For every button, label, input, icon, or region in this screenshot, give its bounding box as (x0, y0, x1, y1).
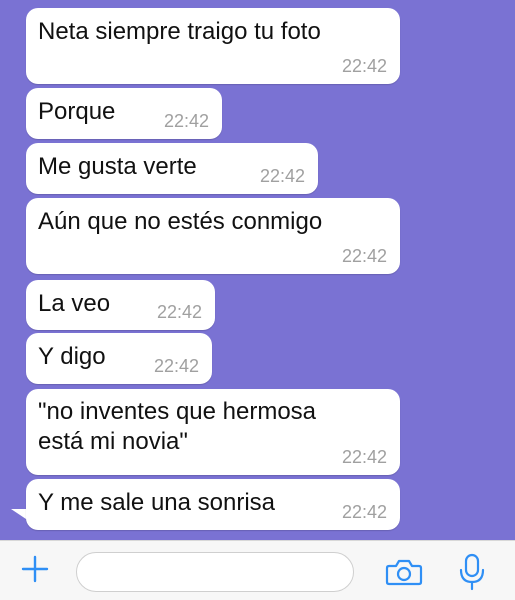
message-bubble-8[interactable]: Y me sale una sonrisa 22:42 (26, 479, 400, 530)
message-text: La veo (38, 290, 111, 317)
message-text: Aún que no estés conmigo (38, 208, 323, 235)
message-time: 22:42 (163, 111, 209, 131)
message-bubble-6[interactable]: Y digo 22:42 (26, 333, 212, 384)
message-time: 22:42 (156, 302, 202, 322)
camera-icon[interactable] (385, 557, 423, 587)
message-time: 22:42 (341, 56, 387, 76)
microphone-icon[interactable] (458, 553, 486, 591)
plus-icon[interactable] (20, 554, 50, 584)
message-text: Me gusta verte (38, 153, 197, 180)
message-bubble-4[interactable]: Aún que no estés conmigo 22:42 (26, 198, 400, 274)
message-text: Porque (38, 98, 116, 125)
message-input[interactable] (76, 552, 354, 592)
message-input-bar (0, 540, 515, 600)
message-time: 22:42 (341, 502, 387, 522)
message-time: 22:42 (341, 246, 387, 266)
message-text: "no inventes que hermosa está mi novia" (38, 398, 317, 455)
message-time: 22:42 (259, 166, 305, 186)
message-text: Neta siempre traigo tu foto (38, 18, 321, 45)
message-bubble-2[interactable]: Porque 22:42 (26, 88, 222, 139)
message-time: 22:42 (341, 447, 387, 467)
message-text: Y digo (38, 343, 106, 370)
chat-area: Neta siempre traigo tu foto 22:42 Porque… (0, 0, 515, 540)
message-time: 22:42 (153, 356, 199, 376)
message-bubble-1[interactable]: Neta siempre traigo tu foto 22:42 (26, 8, 400, 84)
message-bubble-5[interactable]: La veo 22:42 (26, 280, 215, 330)
message-bubble-3[interactable]: Me gusta verte 22:42 (26, 143, 318, 194)
message-bubble-7[interactable]: "no inventes que hermosa está mi novia" … (26, 389, 400, 475)
message-text: Y me sale una sonrisa (38, 489, 276, 516)
